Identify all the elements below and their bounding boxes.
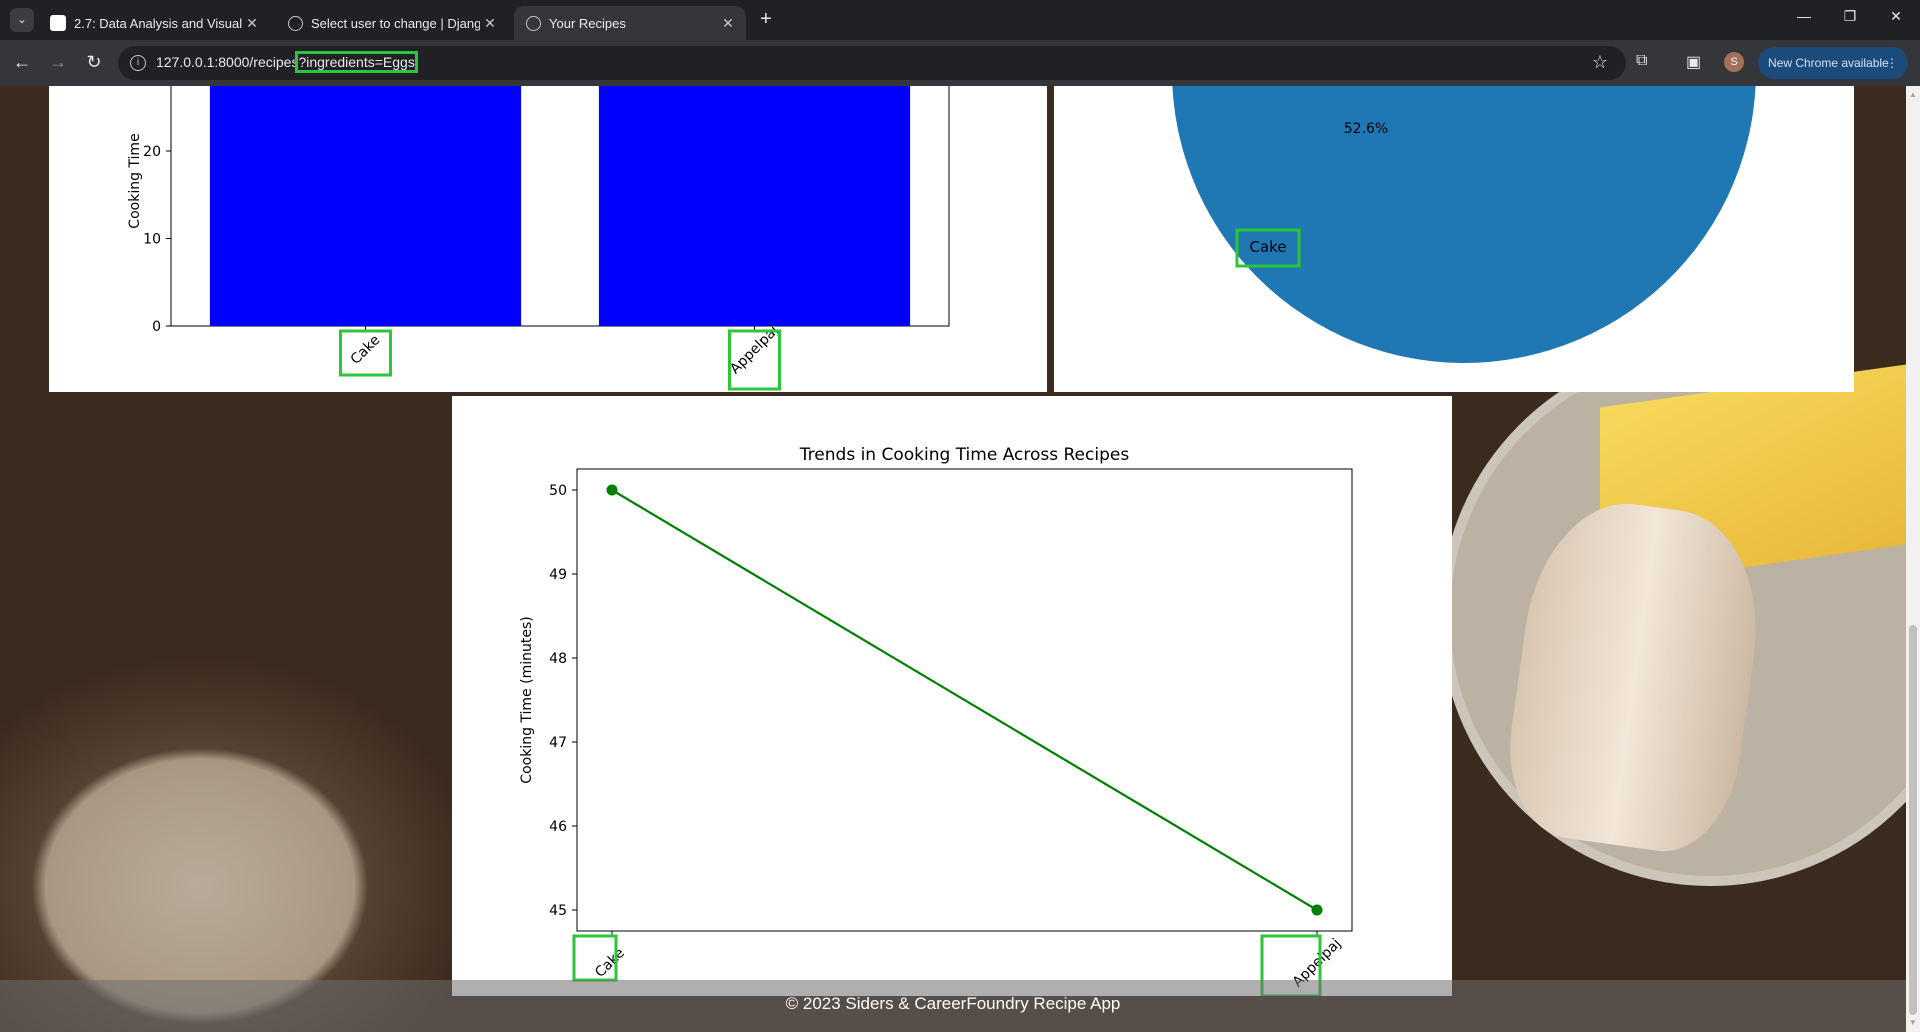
bar: [209, 86, 522, 326]
scroll-down-icon[interactable]: ▼: [1906, 1018, 1920, 1027]
minimize-icon[interactable]: —: [1784, 8, 1824, 24]
bar: [598, 86, 911, 326]
y-tick-label: 10: [143, 232, 161, 248]
pie-percentage-label: 52.6%: [1344, 121, 1388, 137]
bar-chart: Cake Appelpaj01020Cooking Time: [127, 86, 950, 391]
new-chrome-label: New Chrome available: [1768, 56, 1889, 70]
reload-icon[interactable]: ↻: [82, 52, 106, 73]
y-tick-label: 47: [549, 735, 567, 751]
close-tab-icon[interactable]: ✕: [718, 15, 738, 32]
line-chart-panel: Trends in Cooking Time Across Recipes 45 4…: [452, 396, 1452, 998]
globe-icon: [288, 15, 303, 31]
scrollbar-thumb[interactable]: [1909, 625, 1917, 1015]
y-tick-label: 50: [549, 483, 567, 499]
tab-data-analysis[interactable]: 2.7: Data Analysis and Visualiza ✕: [38, 6, 270, 40]
data-point: [1311, 904, 1323, 916]
tab-title: 2.7: Data Analysis and Visualiza: [74, 15, 242, 31]
y-tick-label: 0: [152, 319, 161, 335]
page-viewport: Cake Appelpaj 0 10 20 Cooking Time 52.6% Cake …: [0, 86, 1906, 1032]
y-tick-label: 49: [549, 567, 567, 583]
y-axis-label: Cooking Time: [127, 133, 143, 228]
y-tick-label: 48: [549, 651, 567, 667]
close-tab-icon[interactable]: ✕: [242, 15, 262, 32]
y-tick-label: 46: [549, 819, 567, 835]
line-chart-title: Trends in Cooking Time Across Recipes: [799, 445, 1130, 465]
series-line: [611, 489, 1318, 911]
tab-django-admin[interactable]: Select user to change | Django ✕: [276, 6, 508, 40]
close-tab-icon[interactable]: ✕: [480, 15, 500, 32]
x-tick-label: Cake: [592, 945, 628, 981]
scroll-up-icon[interactable]: ▲: [1906, 90, 1920, 99]
pie-chart: 52.6% Cake: [1172, 86, 1756, 363]
pie-wedge: [1172, 86, 1756, 363]
restore-icon[interactable]: ❐: [1830, 8, 1870, 25]
side-panel-icon[interactable]: ▣: [1686, 52, 1701, 72]
browser-toolbar: ← → ↻ i 127.0.0.1:8000/recipes?ingredien…: [0, 40, 1920, 86]
line-chart: Trends in Cooking Time Across Recipes 45 4…: [519, 445, 1353, 998]
extensions-icon[interactable]: ⧉: [1636, 52, 1647, 70]
bookmark-star-icon[interactable]: ☆: [1592, 52, 1608, 73]
footer-copyright: © 2023 Siders & CareerFoundry Recipe App: [785, 994, 1121, 1013]
pie-category-label: Cake: [1249, 238, 1286, 256]
y-tick-label: 45: [549, 903, 567, 919]
globe-icon: [526, 15, 541, 31]
y-axis-label: Cooking Time (minutes): [519, 616, 535, 783]
url-text[interactable]: 127.0.0.1:8000/recipes?ingredients=Eggs: [156, 51, 418, 73]
url-query-highlighted: ?ingredients=Eggs: [295, 51, 418, 73]
forward-icon[interactable]: →: [46, 52, 70, 73]
tab-title: Select user to change | Django: [311, 15, 480, 31]
more-menu-icon[interactable]: ⋮: [1886, 47, 1898, 79]
y-tick-label: 20: [143, 144, 161, 160]
new-chrome-available-button[interactable]: New Chrome available ⋮: [1758, 47, 1908, 79]
cf-logo-icon: [50, 15, 66, 31]
address-bar[interactable]: i 127.0.0.1:8000/recipes?ingredients=Egg…: [118, 46, 1626, 80]
back-icon[interactable]: ←: [10, 52, 34, 73]
pie-chart-panel: 52.6% Cake: [1054, 86, 1854, 392]
x-tick-label: Cake: [348, 332, 384, 368]
url-base: 127.0.0.1:8000/recipes: [156, 54, 299, 70]
tab-search-chevron-icon[interactable]: ⌄: [10, 8, 34, 32]
tab-strip: ⌄ 2.7: Data Analysis and Visualiza ✕ Sel…: [0, 0, 1920, 40]
site-info-icon[interactable]: i: [130, 55, 146, 71]
close-window-icon[interactable]: ✕: [1876, 8, 1916, 25]
bar-chart-panel: Cake Appelpaj 0 10 20 Cooking Time: [49, 86, 1047, 392]
new-tab-icon[interactable]: +: [760, 8, 772, 31]
profile-avatar[interactable]: S: [1724, 52, 1744, 72]
data-point: [606, 484, 618, 496]
tab-your-recipes[interactable]: Your Recipes ✕: [514, 6, 746, 40]
tab-title: Your Recipes: [549, 15, 626, 31]
